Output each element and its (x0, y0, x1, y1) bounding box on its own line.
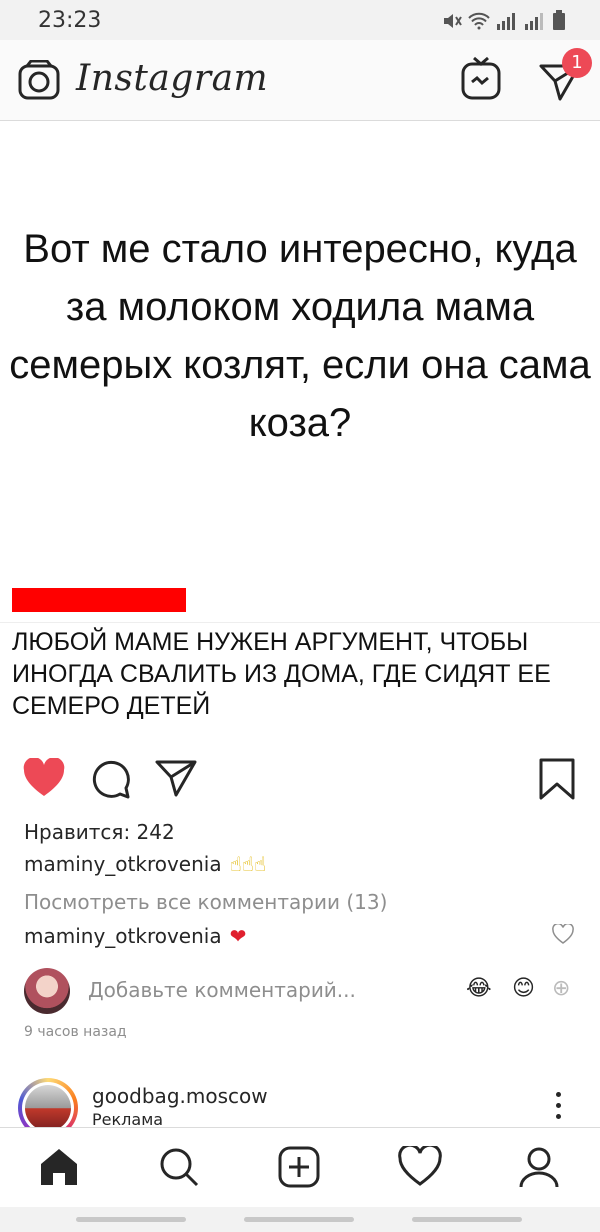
mute-icon (444, 14, 462, 28)
view-all-comments[interactable]: Посмотреть все комментарии (13) (24, 890, 387, 914)
add-comment-input[interactable]: Добавьте комментарий... (88, 978, 356, 1002)
post-actions (0, 750, 600, 810)
comment-like-heart-icon[interactable] (552, 924, 574, 944)
profile-icon[interactable] (518, 1146, 560, 1188)
share-icon[interactable] (154, 758, 198, 798)
next-post-username[interactable]: goodbag.moscow (92, 1084, 268, 1108)
post-timestamp: 9 часов назад (24, 1024, 127, 1040)
status-bar: 23:23 (0, 0, 600, 40)
status-time: 23:23 (38, 8, 102, 33)
signal-icon (497, 13, 515, 30)
post-image[interactable]: Вот ме стало интересно, куда за молоком … (0, 124, 600, 744)
app-header: Instagram 1 (0, 40, 600, 121)
battery-icon (553, 10, 565, 30)
next-post-header: goodbag.moscow Реклама (0, 1074, 600, 1138)
new-post-icon[interactable] (278, 1146, 320, 1188)
avatar-photo (25, 1085, 71, 1131)
comment-row: maminy_otkrovenia ❤ (24, 924, 246, 948)
comment-author[interactable]: maminy_otkrovenia (24, 924, 222, 948)
avatar (24, 968, 70, 1014)
home-gesture[interactable] (244, 1217, 354, 1222)
status-icons (442, 10, 566, 30)
likes-count[interactable]: Нравится: 242 (24, 820, 175, 844)
more-options-icon[interactable] (556, 1092, 564, 1125)
comment-icon[interactable] (90, 758, 132, 800)
back-gesture[interactable] (412, 1217, 522, 1222)
caption-emoji: ☝☝☝ (229, 852, 267, 876)
post-image-caption: ЛЮБОЙ МАМЕ НУЖЕН АРГУМЕНТ, ЧТОБЫ ИНОГДА … (12, 628, 551, 720)
red-bar (12, 588, 186, 612)
laugh-emoji-button[interactable]: 😂 (466, 976, 492, 1001)
post-image-text: Вот ме стало интересно, куда за молоком … (9, 227, 591, 445)
instagram-logo[interactable]: Instagram (76, 58, 268, 99)
home-icon[interactable] (38, 1146, 80, 1188)
comment-emoji: ❤ (229, 924, 247, 948)
add-emoji-button[interactable]: ⊕ (552, 976, 570, 1001)
signal-icon-2 (525, 13, 543, 30)
camera-icon[interactable] (18, 60, 60, 100)
smile-emoji-button[interactable]: 😊 (512, 976, 535, 1001)
bottom-navigation (0, 1127, 600, 1208)
direct-messages-button[interactable]: 1 (530, 40, 600, 120)
system-navigation-bar (0, 1207, 600, 1232)
igtv-icon[interactable] (460, 56, 502, 100)
post-image-card: Вот ме стало интересно, куда за молоком … (0, 124, 600, 623)
bookmark-icon[interactable] (538, 758, 576, 800)
recents-gesture[interactable] (76, 1217, 186, 1222)
search-icon[interactable] (158, 1146, 200, 1188)
wifi-icon (468, 12, 490, 30)
add-comment-row[interactable]: Добавьте комментарий... 😂 😊 ⊕ (0, 964, 600, 1014)
notification-badge: 1 (562, 48, 592, 78)
activity-heart-icon[interactable] (398, 1146, 442, 1186)
caption-author[interactable]: maminy_otkrovenia (24, 852, 222, 876)
like-heart-icon[interactable] (22, 758, 66, 798)
post-caption: maminy_otkrovenia ☝☝☝ (24, 852, 266, 876)
